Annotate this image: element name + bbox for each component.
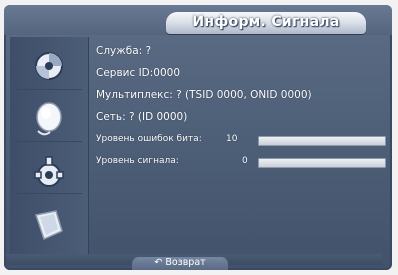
network-row: Сеть: ? (ID 0000): [96, 111, 188, 123]
signal-level-bar: [258, 158, 386, 168]
signal-info-content: Служба: ? Сервис ID:0000 Мультиплекс: ? …: [96, 43, 386, 253]
return-button[interactable]: ↶ Возврат: [132, 257, 228, 270]
bit-error-bar: [258, 136, 386, 146]
menu-item-picture[interactable]: [16, 43, 82, 90]
tv-osd-screen: Информ. Сигнала Служба: ? Сервис ID:0000…: [0, 0, 398, 275]
picture-icon: [35, 52, 63, 80]
service-id-row: Сервис ID:0000: [96, 67, 181, 79]
menu-icon-strip: [10, 37, 89, 259]
setup-icon: [34, 156, 64, 187]
menu-item-sound[interactable]: [16, 95, 82, 142]
title-bar: Информ. Сигнала: [4, 5, 392, 35]
page-title: Информ. Сигнала: [192, 14, 340, 30]
multiplex-row: Мультиплекс: ? (TSID 0000, ONID 0000): [96, 89, 312, 101]
bit-error-value: 10: [226, 134, 238, 144]
sound-icon: [36, 102, 62, 136]
bit-error-label: Уровень ошибок бита:: [96, 134, 202, 144]
menu-item-setup[interactable]: [16, 147, 82, 194]
return-icon: ↶: [154, 257, 163, 268]
return-label: ↶ Возврат: [154, 257, 206, 268]
menu-item-input[interactable]: [16, 199, 82, 245]
title-pill: Информ. Сигнала: [166, 12, 366, 34]
service-row: Служба: ?: [96, 45, 152, 57]
input-icon: [35, 210, 63, 241]
signal-level-value: 0: [242, 156, 248, 166]
signal-info-panel: Информ. Сигнала Служба: ? Сервис ID:0000…: [4, 5, 392, 270]
signal-level-label: Уровень сигнала:: [96, 156, 179, 166]
